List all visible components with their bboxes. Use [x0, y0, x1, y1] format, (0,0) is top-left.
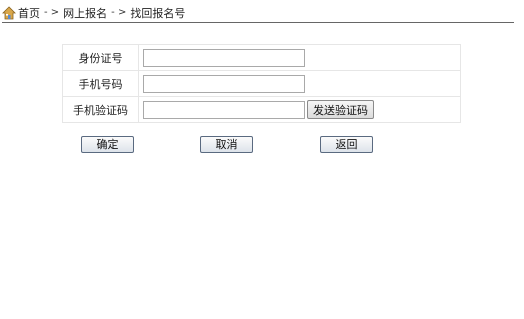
cancel-button[interactable]: 取消	[200, 136, 253, 153]
id-number-input[interactable]	[143, 48, 305, 67]
verification-code-label: 手机验证码	[62, 96, 139, 123]
breadcrumb-separator: - >	[44, 7, 60, 18]
phone-number-label: 手机号码	[62, 70, 139, 97]
breadcrumb-online-registration[interactable]: 网上报名	[63, 5, 107, 21]
id-number-label: 身份证号	[62, 44, 139, 71]
breadcrumb: 首页 - > 网上报名 - > 找回报名号	[2, 3, 514, 23]
breadcrumb-current-page: 找回报名号	[130, 6, 186, 20]
phone-number-input[interactable]	[143, 74, 305, 93]
back-button[interactable]: 返回	[320, 136, 373, 153]
breadcrumb-home[interactable]: 首页	[18, 5, 40, 21]
send-code-button[interactable]: 发送验证码	[307, 100, 374, 119]
breadcrumb-separator: - >	[111, 7, 127, 18]
verification-code-input[interactable]	[143, 100, 305, 119]
confirm-button[interactable]: 确定	[81, 136, 134, 153]
retrieve-form: 身份证号 手机号码 手机验证码 发送验证码	[62, 44, 461, 123]
form-row-id: 身份证号	[62, 44, 461, 71]
home-icon[interactable]	[2, 5, 16, 20]
form-row-phone: 手机号码	[62, 70, 461, 97]
form-row-code: 手机验证码 发送验证码	[62, 96, 461, 123]
